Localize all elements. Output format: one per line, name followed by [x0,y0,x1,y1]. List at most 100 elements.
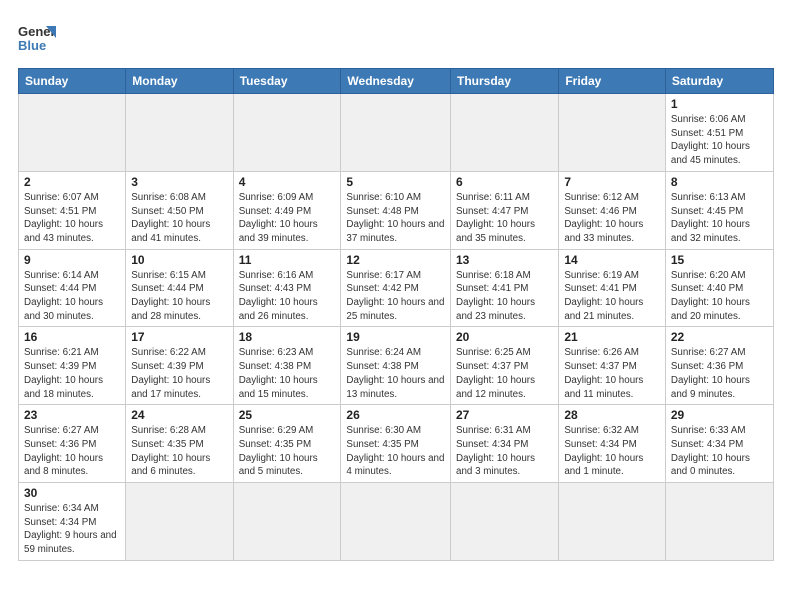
day-number: 15 [671,253,768,267]
calendar-cell: 23Sunrise: 6:27 AM Sunset: 4:36 PM Dayli… [19,405,126,483]
calendar-cell: 11 Sunrise: 6:16 AM Sunset: 4:43 PM Dayli… [233,249,341,327]
day-number: 5 [346,175,445,189]
day-info: Sunrise: 6:27 AM Sunset: 4:36 PM Dayligh… [24,424,120,479]
day-info: Sunrise: 6:33 AM Sunset: 4:34 PM Dayligh… [671,424,768,479]
day-number: 19 [346,330,445,344]
weekday-header-friday: Friday [559,69,666,94]
weekday-header-sunday: Sunday [19,69,126,94]
day-number: 8 [671,175,768,189]
calendar-table: SundayMondayTuesdayWednesdayThursdayFrid… [18,68,774,561]
day-number: 17 [131,330,227,344]
day-number: 2 [24,175,120,189]
calendar-cell: 20 Sunrise: 6:25 AM Sunset: 4:37 PM Dayli… [451,327,559,405]
day-info: Sunrise: 6:14 AM Sunset: 4:44 PM Dayligh… [24,269,120,324]
day-info: Sunrise: 6:23 AM Sunset: 4:38 PM Dayligh… [239,346,336,401]
calendar-cell: 7 Sunrise: 6:12 AM Sunset: 4:46 PM Daylig… [559,171,666,249]
day-number: 14 [564,253,660,267]
calendar-cell: 25 Sunrise: 6:29 AM Sunset: 4:35 PM Dayli… [233,405,341,483]
calendar-cell [126,94,233,172]
calendar-cell [665,483,773,561]
weekday-header-monday: Monday [126,69,233,94]
calendar-cell: 27Sunrise: 6:31 AM Sunset: 4:34 PM Dayli… [451,405,559,483]
day-info: Sunrise: 6:26 AM Sunset: 4:37 PM Dayligh… [564,346,660,401]
day-info: Sunrise: 6:19 AM Sunset: 4:41 PM Dayligh… [564,269,660,324]
day-info: Sunrise: 6:25 AM Sunset: 4:37 PM Dayligh… [456,346,553,401]
calendar-cell: 5 Sunrise: 6:10 AM Sunset: 4:48 PM Daylig… [341,171,451,249]
day-info: Sunrise: 6:11 AM Sunset: 4:47 PM Dayligh… [456,191,553,246]
day-info: Sunrise: 6:29 AM Sunset: 4:35 PM Dayligh… [239,424,336,479]
day-info: Sunrise: 6:32 AM Sunset: 4:34 PM Dayligh… [564,424,660,479]
day-info: Sunrise: 6:07 AM Sunset: 4:51 PM Dayligh… [24,191,120,246]
day-number: 27 [456,408,553,422]
calendar-cell: 8 Sunrise: 6:13 AM Sunset: 4:45 PM Daylig… [665,171,773,249]
calendar-cell: 14 Sunrise: 6:19 AM Sunset: 4:41 PM Dayli… [559,249,666,327]
day-number: 26 [346,408,445,422]
day-info: Sunrise: 6:13 AM Sunset: 4:45 PM Dayligh… [671,191,768,246]
calendar-cell: 22 Sunrise: 6:27 AM Sunset: 4:36 PM Dayli… [665,327,773,405]
day-number: 9 [24,253,120,267]
calendar-cell: 6 Sunrise: 6:11 AM Sunset: 4:47 PM Daylig… [451,171,559,249]
day-info: Sunrise: 6:28 AM Sunset: 4:35 PM Dayligh… [131,424,227,479]
calendar-cell: 15Sunrise: 6:20 AM Sunset: 4:40 PM Dayli… [665,249,773,327]
calendar-cell: 16 Sunrise: 6:21 AM Sunset: 4:39 PM Dayli… [19,327,126,405]
day-number: 6 [456,175,553,189]
weekday-header-thursday: Thursday [451,69,559,94]
day-number: 20 [456,330,553,344]
calendar-cell: 2 Sunrise: 6:07 AM Sunset: 4:51 PM Daylig… [19,171,126,249]
day-info: Sunrise: 6:27 AM Sunset: 4:36 PM Dayligh… [671,346,768,401]
calendar-week-row: 30 Sunrise: 6:34 AM Sunset: 4:34 PM Dayli… [19,483,774,561]
day-info: Sunrise: 6:09 AM Sunset: 4:49 PM Dayligh… [239,191,336,246]
svg-text:Blue: Blue [18,38,46,53]
calendar-cell [559,483,666,561]
day-info: Sunrise: 6:34 AM Sunset: 4:34 PM Dayligh… [24,502,120,557]
day-info: Sunrise: 6:21 AM Sunset: 4:39 PM Dayligh… [24,346,120,401]
calendar-cell [233,483,341,561]
calendar-cell: 12Sunrise: 6:17 AM Sunset: 4:42 PM Dayli… [341,249,451,327]
weekday-header-saturday: Saturday [665,69,773,94]
calendar-cell [451,94,559,172]
day-number: 24 [131,408,227,422]
day-number: 11 [239,253,336,267]
day-number: 28 [564,408,660,422]
calendar-cell [19,94,126,172]
calendar-week-row: 16 Sunrise: 6:21 AM Sunset: 4:39 PM Dayli… [19,327,774,405]
calendar-cell: 30 Sunrise: 6:34 AM Sunset: 4:34 PM Dayli… [19,483,126,561]
calendar-cell: 19 Sunrise: 6:24 AM Sunset: 4:38 PM Dayli… [341,327,451,405]
day-number: 21 [564,330,660,344]
day-info: Sunrise: 6:06 AM Sunset: 4:51 PM Dayligh… [671,113,768,168]
day-number: 16 [24,330,120,344]
calendar-cell [341,483,451,561]
calendar-cell [451,483,559,561]
calendar-cell: 10Sunrise: 6:15 AM Sunset: 4:44 PM Dayli… [126,249,233,327]
calendar-week-row: 23Sunrise: 6:27 AM Sunset: 4:36 PM Dayli… [19,405,774,483]
calendar-cell: 26Sunrise: 6:30 AM Sunset: 4:35 PM Dayli… [341,405,451,483]
day-info: Sunrise: 6:18 AM Sunset: 4:41 PM Dayligh… [456,269,553,324]
calendar-cell: 3Sunrise: 6:08 AM Sunset: 4:50 PM Daylig… [126,171,233,249]
header: General Blue [18,18,774,56]
calendar-cell: 9 Sunrise: 6:14 AM Sunset: 4:44 PM Daylig… [19,249,126,327]
generalblue-logo-icon: General Blue [18,18,56,56]
day-info: Sunrise: 6:24 AM Sunset: 4:38 PM Dayligh… [346,346,445,401]
day-number: 4 [239,175,336,189]
day-info: Sunrise: 6:10 AM Sunset: 4:48 PM Dayligh… [346,191,445,246]
calendar-cell: 18Sunrise: 6:23 AM Sunset: 4:38 PM Dayli… [233,327,341,405]
day-number: 29 [671,408,768,422]
calendar-cell: 13 Sunrise: 6:18 AM Sunset: 4:41 PM Dayli… [451,249,559,327]
day-number: 25 [239,408,336,422]
day-number: 10 [131,253,227,267]
day-number: 7 [564,175,660,189]
day-number: 1 [671,97,768,111]
calendar-cell: 28 Sunrise: 6:32 AM Sunset: 4:34 PM Dayli… [559,405,666,483]
day-number: 13 [456,253,553,267]
weekday-header-tuesday: Tuesday [233,69,341,94]
weekday-header-wednesday: Wednesday [341,69,451,94]
day-info: Sunrise: 6:16 AM Sunset: 4:43 PM Dayligh… [239,269,336,324]
calendar-week-row: 9 Sunrise: 6:14 AM Sunset: 4:44 PM Daylig… [19,249,774,327]
day-number: 12 [346,253,445,267]
day-info: Sunrise: 6:12 AM Sunset: 4:46 PM Dayligh… [564,191,660,246]
calendar-cell [559,94,666,172]
day-number: 30 [24,486,120,500]
day-number: 3 [131,175,227,189]
day-number: 22 [671,330,768,344]
calendar-cell [341,94,451,172]
